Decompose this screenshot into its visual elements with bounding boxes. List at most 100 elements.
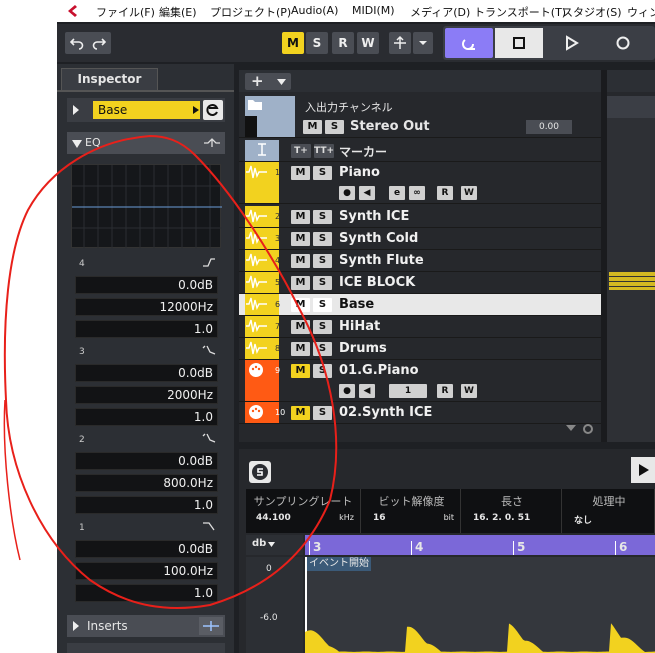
eq-band-2-freq[interactable]: 800.0Hz (75, 474, 218, 492)
auto-scroll-button[interactable] (389, 32, 411, 54)
gear-icon[interactable] (582, 423, 594, 435)
mute-button[interactable]: M (291, 298, 310, 312)
eq-band-1-q[interactable]: 1.0 (75, 584, 218, 602)
info-column[interactable]: 処理中 なし (564, 489, 655, 533)
read-automation-button[interactable]: R (437, 384, 453, 398)
arrange-area[interactable] (607, 96, 655, 442)
record-enable-button[interactable]: ● (339, 186, 355, 200)
menu-audio[interactable]: Audio(A) (291, 4, 338, 17)
monitor-button[interactable]: ◀ (359, 384, 375, 398)
info-column[interactable]: ビット解像度 16 bit (363, 489, 461, 533)
eq-bypass-icon[interactable] (203, 135, 221, 151)
track-row[interactable]: 4 M S Synth Flute (239, 250, 601, 272)
track-row[interactable]: 5 M S ICE BLOCK (239, 272, 601, 294)
mute-button[interactable]: M (291, 342, 310, 356)
solo-button[interactable]: S (313, 254, 332, 268)
eq-band-4-q[interactable]: 1.0 (75, 320, 218, 338)
mute-all-button[interactable]: M (282, 32, 304, 54)
menu-transport[interactable]: トランスポート(T) (474, 4, 566, 20)
edit-instrument-button[interactable] (203, 100, 223, 120)
menu-edit[interactable]: 編集(E) (159, 4, 197, 20)
eq-band-4-freq[interactable]: 12000Hz (75, 298, 218, 316)
low-cut-icon[interactable] (202, 520, 216, 532)
mute-button[interactable]: M (291, 364, 310, 378)
solo-button[interactable]: S (313, 298, 332, 312)
waveform-area[interactable]: イベント開始 (305, 557, 655, 653)
menu-media[interactable]: メディア(D) (410, 4, 470, 20)
solo-button[interactable]: S (313, 210, 332, 224)
solo-button[interactable]: S (313, 276, 332, 290)
inspector-track-header[interactable]: Base (67, 98, 225, 122)
mute-button[interactable]: M (291, 406, 310, 420)
peak-filter-icon[interactable] (202, 344, 216, 356)
ruler-unit-selector[interactable]: db (246, 535, 303, 555)
undo-icon[interactable] (70, 36, 84, 50)
high-shelf-icon[interactable] (202, 256, 216, 268)
io-channel-folder[interactable]: 入出力チャンネル (239, 96, 601, 138)
mute-button[interactable]: M (291, 254, 310, 268)
edit-button[interactable]: e (389, 186, 405, 200)
read-automation-button[interactable]: R (437, 186, 453, 200)
solo-button[interactable]: S (313, 320, 332, 334)
eq-section-header[interactable]: EQ (67, 132, 225, 154)
inserts-section-header[interactable]: Inserts (67, 615, 225, 637)
write-all-button[interactable]: W (357, 32, 379, 54)
eq-curve-display[interactable] (71, 164, 222, 249)
read-all-button[interactable]: R (332, 32, 354, 54)
menu-midi[interactable]: MIDI(M) (352, 4, 395, 17)
write-automation-button[interactable]: W (461, 186, 477, 200)
eq-band-3-gain[interactable]: 0.0dB (75, 364, 218, 382)
track-row[interactable]: 7 M S HiHat (239, 316, 601, 338)
editor-play-button[interactable] (631, 457, 655, 483)
track-row[interactable]: 2 M S Synth ICE (239, 206, 601, 228)
mute-button[interactable]: M (303, 120, 322, 134)
tab-inspector[interactable]: Inspector (61, 68, 158, 90)
track-row[interactable]: 1 M S Piano ● ◀ e ∞ R W (239, 162, 601, 204)
timeline-ruler[interactable] (305, 535, 655, 555)
audio-event-block[interactable] (609, 272, 655, 290)
track-row[interactable]: 10 M S 02.Synth ICE (239, 402, 601, 424)
inserts-bypass-button[interactable] (199, 617, 223, 635)
track-row[interactable]: 3 M S Synth Cold (239, 228, 601, 250)
info-column[interactable]: サンプリングレート 44.100 kHz (246, 489, 361, 533)
mute-button[interactable]: M (291, 210, 310, 224)
solo-button[interactable]: S (325, 120, 344, 134)
menu-studio[interactable]: スタジオ(S) (562, 4, 622, 20)
chevron-down-icon[interactable] (565, 423, 577, 433)
info-column[interactable]: 長さ 16. 2. 0. 51 (463, 489, 562, 533)
next-section-header[interactable] (67, 643, 225, 653)
eq-band-2-q[interactable]: 1.0 (75, 496, 218, 514)
track-row[interactable]: 9 M S 01.G.Piano ● ◀ 1 R W (239, 360, 601, 402)
eq-band-4-gain[interactable]: 0.0dB (75, 276, 218, 294)
monitor-button[interactable]: ◀ (359, 186, 375, 200)
eq-band-2-gain[interactable]: 0.0dB (75, 452, 218, 470)
eq-band-1-freq[interactable]: 100.0Hz (75, 562, 218, 580)
eq-band-3-q[interactable]: 1.0 (75, 408, 218, 426)
link-button[interactable]: ∞ (409, 186, 425, 200)
stereo-out-volume[interactable]: 0.00 (526, 120, 572, 134)
solo-button[interactable]: S (313, 166, 332, 180)
solo-button[interactable]: S (313, 342, 332, 356)
stop-button[interactable] (495, 28, 543, 58)
peak-filter-icon[interactable] (202, 432, 216, 444)
marker-track-row[interactable]: T+ TT+ マーカー (239, 140, 601, 162)
play-button[interactable] (547, 28, 595, 58)
mute-button[interactable]: M (291, 276, 310, 290)
record-enable-button[interactable]: ● (339, 384, 355, 398)
eq-band-3-freq[interactable]: 2000Hz (75, 386, 218, 404)
mute-button[interactable]: M (291, 320, 310, 334)
menu-project[interactable]: プロジェクト(P) (210, 4, 291, 20)
stereo-out-row[interactable]: M S Stereo Out 0.00 (239, 116, 601, 138)
record-button[interactable] (599, 28, 647, 58)
track-row[interactable]: 6 M S Base (239, 294, 601, 316)
add-track-button[interactable]: + (245, 72, 291, 90)
menu-window[interactable]: ウィンドウ (627, 4, 655, 20)
menu-file[interactable]: ファイル(F) (96, 4, 155, 20)
solo-button[interactable]: S (313, 364, 332, 378)
eq-band-1-gain[interactable]: 0.0dB (75, 540, 218, 558)
write-automation-button[interactable]: W (461, 384, 477, 398)
editor-logo-button[interactable] (249, 461, 271, 483)
mute-button[interactable]: M (291, 166, 310, 180)
cycle-button[interactable] (445, 28, 493, 58)
toolbar-dropdown[interactable] (413, 32, 433, 54)
